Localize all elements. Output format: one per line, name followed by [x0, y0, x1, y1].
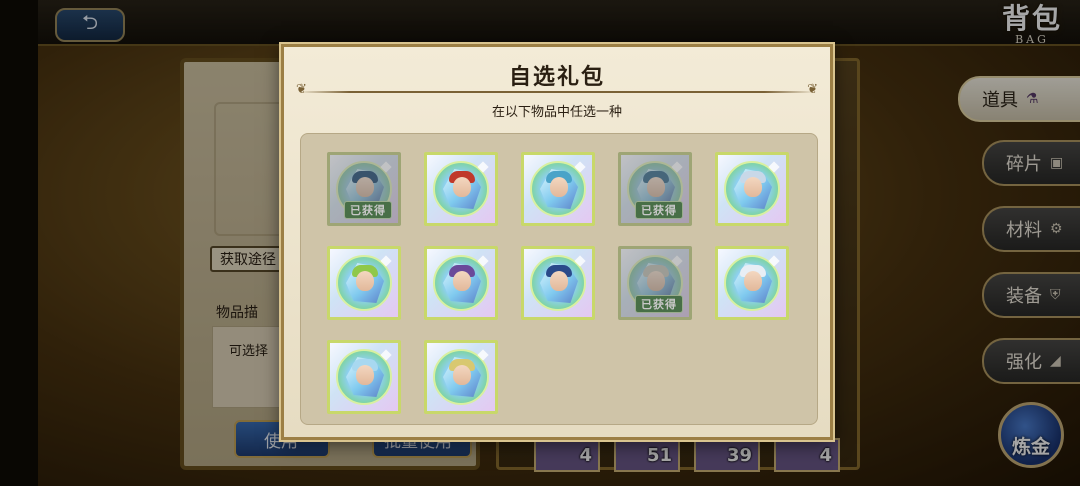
owned-badge: 已获得 [344, 201, 392, 219]
title-divider [296, 82, 818, 97]
character-item[interactable] [327, 246, 401, 320]
character-portrait [356, 271, 374, 291]
character-portrait [744, 177, 762, 197]
character-item[interactable] [424, 246, 498, 320]
character-portrait [356, 177, 374, 197]
character-portrait [550, 271, 568, 291]
owned-badge: 已获得 [635, 201, 683, 219]
character-portrait [647, 271, 665, 291]
character-item[interactable] [424, 152, 498, 226]
character-item[interactable] [715, 152, 789, 226]
character-portrait [453, 271, 471, 291]
character-item[interactable]: 已获得 [618, 152, 692, 226]
character-item[interactable]: 已获得 [618, 246, 692, 320]
character-item[interactable]: 已获得 [327, 152, 401, 226]
character-item[interactable] [521, 246, 595, 320]
owned-badge: 已获得 [635, 295, 683, 313]
character-item[interactable] [521, 152, 595, 226]
character-portrait [744, 271, 762, 291]
character-portrait [453, 177, 471, 197]
character-item[interactable] [327, 340, 401, 414]
character-portrait [550, 177, 568, 197]
choose-gift-pack-dialog: 自选礼包 在以下物品中任选一种 已获得已获得已获得 [281, 44, 833, 440]
character-item[interactable] [715, 246, 789, 320]
item-selection-area: 已获得 已获得 已获得 [300, 133, 818, 425]
character-portrait [453, 365, 471, 385]
character-portrait [356, 365, 374, 385]
dialog-subtitle: 在以下物品中任选一种 [491, 105, 622, 120]
dialog-title: 自选礼包 [508, 64, 605, 90]
character-portrait [647, 177, 665, 197]
character-item[interactable] [424, 340, 498, 414]
